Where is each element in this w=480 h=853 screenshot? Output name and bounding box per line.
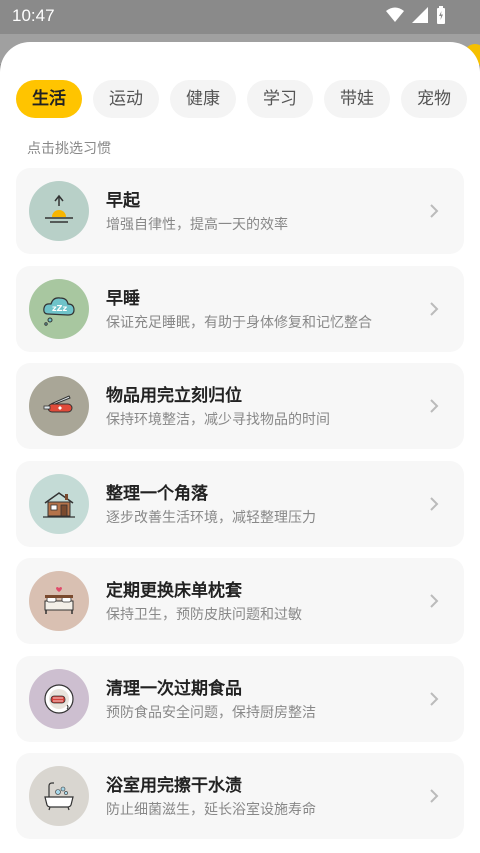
habit-picker-sheet: 生活 运动 健康 学习 带娃 宠物 点击挑选习惯 早起 增强自律性，提高一天的效… — [0, 42, 480, 853]
habit-title: 早睡 — [106, 288, 140, 309]
signal-icon — [412, 7, 428, 23]
chevron-right-icon — [430, 691, 439, 706]
svg-text:zZz: zZz — [52, 304, 67, 313]
habit-description: 逐步改善生活环境，减轻整理压力 — [106, 509, 316, 526]
tab-health[interactable]: 健康 — [170, 80, 236, 118]
house-icon — [29, 473, 89, 534]
habit-title: 整理一个角落 — [106, 483, 208, 504]
habit-description: 保持环境整洁，减少寻找物品的时间 — [106, 412, 330, 428]
food-plate-icon — [29, 668, 89, 729]
battery-icon — [437, 6, 445, 24]
chevron-right-icon — [430, 399, 439, 413]
category-tabs: 生活 运动 健康 学习 带娃 宠物 — [16, 80, 467, 118]
tab-study[interactable]: 学习 — [247, 80, 313, 118]
habit-card-early-sleep[interactable]: zZz 早睡 保证充足睡眠，有助于身体修复和记忆整合 — [16, 265, 464, 352]
habit-card-early-rise[interactable]: 早起 增强自律性，提高一天的效率 — [16, 168, 464, 254]
habit-title: 物品用完立刻归位 — [106, 386, 242, 406]
habit-card-change-bedding[interactable]: 定期更换床单枕套 保持卫生，预防皮肤问题和过敏 — [16, 558, 464, 644]
chevron-right-icon — [430, 496, 439, 511]
habit-description: 预防食品安全问题，保持厨房整洁 — [106, 704, 316, 721]
habit-title: 定期更换床单枕套 — [106, 581, 242, 601]
chevron-right-icon — [430, 594, 439, 608]
tab-parenting[interactable]: 带娃 — [324, 80, 390, 118]
habit-title: 清理一次过期食品 — [106, 678, 242, 699]
habit-title: 浴室用完擦干水渍 — [106, 776, 242, 796]
habit-card-tidy-corner[interactable]: 整理一个角落 逐步改善生活环境，减轻整理压力 — [16, 460, 464, 547]
habit-description: 增强自律性，提高一天的效率 — [106, 217, 288, 233]
wifi-icon — [386, 7, 404, 22]
tab-sports[interactable]: 运动 — [93, 80, 159, 118]
habit-description: 保证充足睡眠，有助于身体修复和记忆整合 — [106, 314, 372, 331]
status-icons — [386, 6, 446, 24]
habit-card-put-back-items[interactable]: 物品用完立刻归位 保持环境整洁，减少寻找物品的时间 — [16, 363, 464, 449]
chevron-right-icon — [430, 301, 439, 316]
habit-description: 防止细菌滋生，延长浴室设施寿命 — [106, 802, 316, 818]
bathtub-icon — [29, 766, 89, 826]
section-hint: 点击挑选习惯 — [27, 141, 111, 157]
habit-card-dry-bathroom[interactable]: 浴室用完擦干水渍 防止细菌滋生，延长浴室设施寿命 — [16, 753, 464, 839]
status-bar: 10:47 — [0, 0, 480, 34]
tab-pets[interactable]: 宠物 — [401, 80, 467, 118]
habit-description: 保持卫生，预防皮肤问题和过敏 — [106, 607, 302, 623]
tab-life[interactable]: 生活 — [16, 80, 82, 118]
habit-title: 早起 — [106, 191, 140, 211]
chevron-right-icon — [430, 204, 439, 218]
chevron-right-icon — [430, 789, 439, 803]
bed-icon — [29, 571, 89, 631]
sunrise-icon — [29, 181, 89, 241]
habit-card-clear-expired-food[interactable]: 清理一次过期食品 预防食品安全问题，保持厨房整洁 — [16, 655, 464, 742]
habit-list: 早起 增强自律性，提高一天的效率 zZz 早睡 保证充足睡眠，有助于身体修复和记… — [16, 168, 464, 851]
status-time: 10:47 — [12, 6, 55, 25]
pocket-knife-icon — [29, 376, 89, 436]
sleep-cloud-icon: zZz — [29, 278, 89, 339]
